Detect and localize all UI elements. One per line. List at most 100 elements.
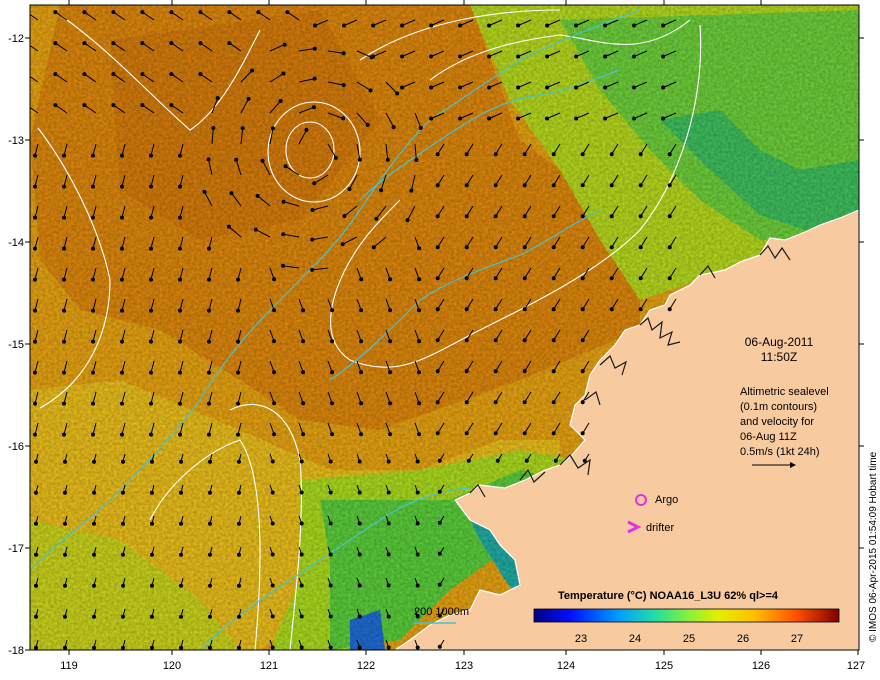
velocity-arrow-head: [226, 224, 231, 229]
velocity-arrow-head: [632, 85, 637, 90]
lon-tick-123: 123: [455, 660, 473, 672]
velocity-arrow-head: [341, 83, 346, 88]
velocity-arrow-head: [92, 490, 96, 495]
velocity-arrow-head: [281, 71, 286, 76]
velocity-arrow-head: [301, 432, 306, 437]
velocity-arrow-head: [312, 181, 317, 186]
velocity-arrow-head: [328, 645, 333, 650]
velocity-arrow-head: [179, 645, 183, 650]
velocity-arrow-head: [341, 116, 346, 121]
velocity-arrow-head: [313, 23, 318, 28]
velocity-arrow-head: [34, 552, 38, 557]
argo-label: Argo: [655, 494, 678, 506]
velocity-arrow-head: [632, 23, 637, 28]
velocity-arrow-head: [24, 103, 28, 107]
velocity-arrow-head: [62, 215, 66, 220]
velocity-arrow-head: [33, 246, 37, 251]
velocity-arrow-head: [91, 308, 95, 313]
velocity-arrow-head: [91, 401, 95, 406]
velocity-arrow-head: [464, 245, 469, 250]
velocity-arrow-head: [53, 41, 58, 46]
velocity-arrow-head: [385, 157, 390, 162]
velocity-arrow-head: [91, 432, 95, 437]
velocity-arrow-head: [574, 85, 579, 90]
colorbar-tick-27: 27: [791, 633, 803, 645]
velocity-arrow-head: [202, 189, 207, 194]
velocity-arrow-head: [458, 54, 463, 59]
velocity-arrow-head: [429, 54, 434, 59]
velocity-arrow-head: [667, 152, 672, 157]
velocity-arrow-head: [24, 72, 28, 76]
velocity-arrow-head: [551, 276, 556, 281]
velocity-arrow-head: [178, 339, 182, 344]
velocity-arrow-head: [207, 432, 211, 437]
velocity-arrow-head: [91, 370, 95, 375]
velocity-arrow-head: [333, 155, 338, 160]
velocity-arrow-head: [435, 338, 440, 343]
velocity-arrow-head: [638, 276, 643, 281]
velocity-arrow-head: [63, 614, 67, 619]
velocity-arrow-head: [215, 96, 220, 101]
velocity-arrow-head: [149, 339, 153, 344]
velocity-arrow-head: [357, 490, 362, 495]
velocity-arrow-head: [638, 214, 643, 219]
velocity-arrow-head: [272, 432, 277, 437]
velocity-arrow-head: [638, 152, 643, 157]
velocity-arrow-head: [237, 521, 241, 526]
velocity-arrow-head: [551, 183, 556, 188]
velocity-arrow-head: [580, 276, 585, 281]
velocity-arrow-head: [359, 370, 364, 375]
velocity-arrow-head: [400, 23, 405, 28]
velocity-arrow-head: [178, 432, 182, 437]
velocity-arrow-head: [169, 10, 174, 15]
velocity-arrow-head: [667, 276, 672, 281]
lat-tick-12: -12: [8, 33, 24, 45]
velocity-arrow-head: [92, 645, 96, 650]
velocity-arrow-head: [121, 552, 125, 557]
velocity-arrow-head: [260, 158, 265, 163]
velocity-arrow-head: [301, 339, 306, 344]
velocity-arrow-head: [545, 85, 550, 90]
velocity-arrow-head: [208, 645, 212, 650]
velocity-arrow-head: [149, 184, 153, 189]
velocity-arrow-head: [208, 552, 212, 557]
velocity-arrow-head: [179, 521, 183, 526]
velocity-arrow-head: [53, 72, 58, 77]
velocity-arrow-head: [270, 126, 275, 131]
velocity-arrow-head: [236, 277, 240, 282]
velocity-arrow-head: [458, 85, 463, 90]
velocity-arrow-head: [208, 459, 212, 464]
velocity-arrow-head: [237, 614, 241, 619]
velocity-arrow-head: [236, 308, 240, 313]
velocity-arrow-head: [458, 23, 463, 28]
velocity-arrow-head: [417, 277, 422, 282]
velocity-arrow-head: [278, 99, 283, 103]
velocity-arrow-head: [227, 10, 232, 15]
velocity-arrow-head: [208, 583, 212, 588]
velocity-arrow-head: [150, 614, 154, 619]
velocity-arrow-head: [150, 583, 154, 588]
velocity-arrow-head: [328, 552, 333, 557]
velocity-arrow-head: [91, 277, 95, 282]
velocity-arrow-head: [237, 459, 241, 464]
velocity-arrow-head: [429, 116, 434, 121]
velocity-arrow-head: [458, 116, 463, 121]
sst-map: 119 120 121 122 123 124 125 126 127 -12 …: [8, 0, 879, 672]
velocity-arrow-head: [121, 490, 125, 495]
velocity-arrow-head: [304, 127, 309, 132]
velocity-arrow-head: [487, 85, 492, 90]
velocity-arrow-head: [24, 10, 28, 14]
velocity-arrow-head: [140, 103, 145, 108]
velocity-arrow-head: [299, 459, 304, 464]
velocity-arrow-head: [207, 308, 211, 313]
velocity-arrow-head: [120, 184, 124, 189]
velocity-arrow-head: [169, 41, 174, 46]
velocity-arrow-head: [359, 432, 364, 437]
velocity-arrow-head: [417, 401, 422, 406]
velocity-arrow-head: [437, 458, 442, 463]
velocity-arrow-head: [582, 458, 587, 463]
velocity-arrow-head: [464, 152, 469, 157]
velocity-arrow-head: [667, 307, 672, 312]
velocity-arrow-head: [34, 645, 38, 650]
velocity-arrow-head: [435, 276, 440, 281]
